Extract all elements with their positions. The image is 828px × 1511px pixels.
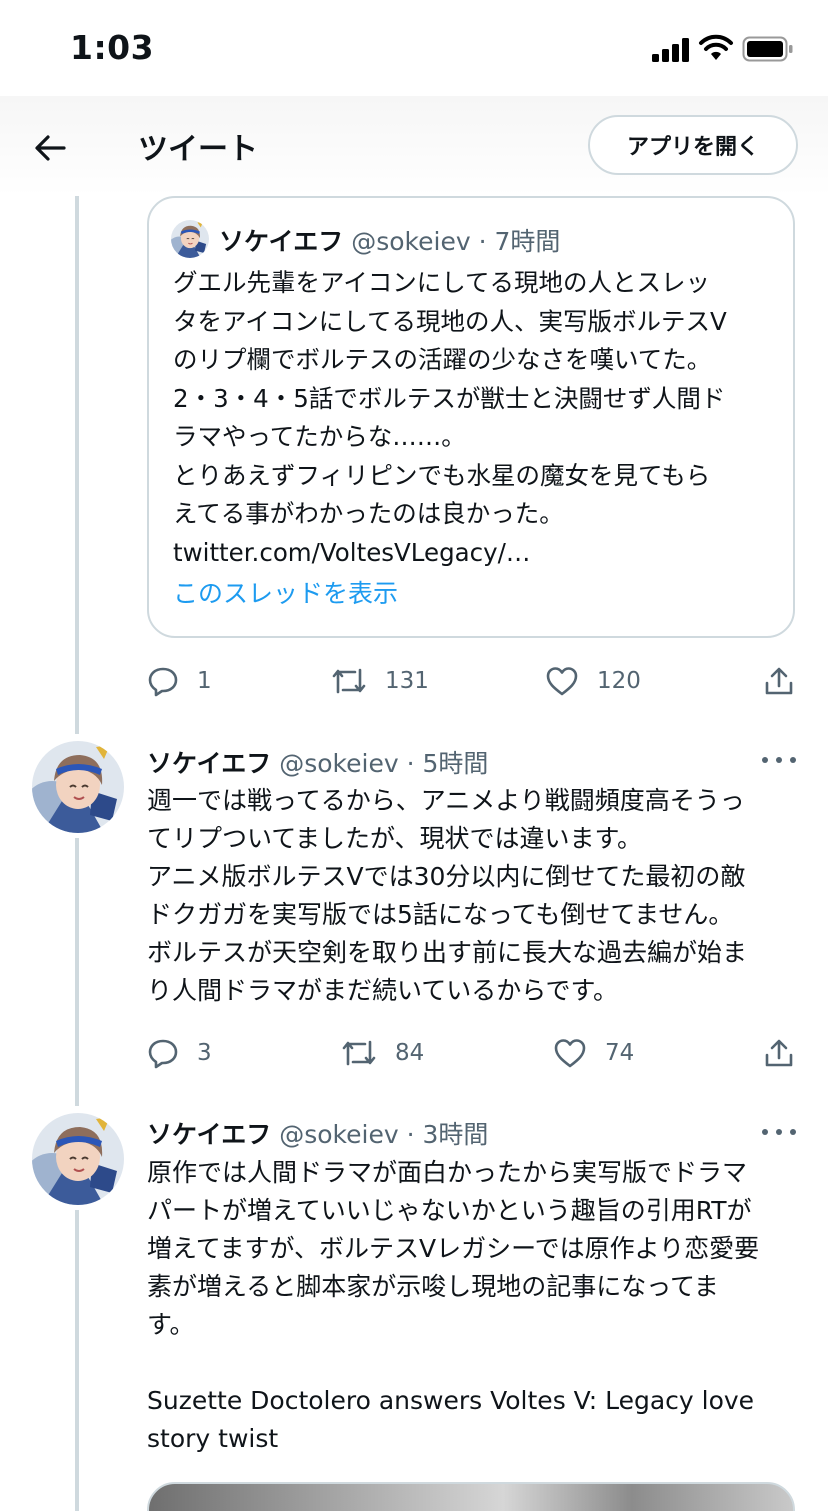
thread-line (75, 1210, 79, 1511)
share-button[interactable] (763, 661, 795, 701)
separator-dot: · (478, 227, 487, 256)
tweet-header: ソケイエフ @sokeiev · 5時間 (147, 744, 488, 780)
quoted-tweet-card[interactable]: ソケイエフ @sokeiev · 7時間 グエル先輩をアイコンにしてる現地の人と… (147, 196, 795, 638)
like-count: 120 (597, 668, 641, 694)
quote-tweet-text: グエル先輩をアイコンにしてる現地の人とスレッ タをアイコンにしてる現地の人、実写… (173, 268, 727, 567)
share-icon (765, 1039, 793, 1067)
thread-line (75, 196, 79, 734)
more-icon[interactable] (762, 750, 796, 770)
author-handle[interactable]: @sokeiev (279, 749, 398, 778)
separator-dot: · (406, 1120, 415, 1149)
status-bar: 1:03 (0, 0, 828, 96)
reply-count: 3 (197, 1040, 212, 1066)
avatar[interactable] (32, 741, 124, 833)
retweet-button[interactable]: 131 (331, 661, 429, 701)
reply-icon (148, 667, 178, 697)
reply-button[interactable]: 3 (147, 1033, 212, 1073)
reply-icon (148, 1039, 178, 1069)
share-icon (765, 667, 793, 695)
tweet-actions: 3 84 74 (147, 1033, 797, 1073)
tweet-actions: 1 131 120 (147, 661, 797, 701)
reply-count: 1 (197, 668, 212, 694)
retweet-count: 84 (395, 1040, 425, 1066)
author-name[interactable]: ソケイエフ (147, 749, 271, 778)
retweet-icon (332, 668, 366, 694)
wifi-icon (698, 34, 734, 62)
avatar[interactable] (32, 1113, 124, 1205)
battery-icon (742, 36, 794, 62)
page-title: ツイート (138, 132, 258, 167)
open-app-button[interactable]: アプリを開く (588, 115, 798, 175)
more-icon[interactable] (762, 1122, 796, 1142)
quote-tweet-header: ソケイエフ @sokeiev · 7時間 (219, 222, 560, 258)
author-handle[interactable]: @sokeiev (351, 227, 470, 256)
author-name[interactable]: ソケイエフ (147, 1120, 271, 1149)
share-button[interactable] (763, 1033, 795, 1073)
separator-dot: · (406, 749, 415, 778)
back-button[interactable] (28, 126, 72, 170)
like-button[interactable]: 120 (545, 661, 641, 701)
cellular-signal-icon (652, 38, 692, 62)
author-handle[interactable]: @sokeiev (279, 1120, 398, 1149)
show-thread-link[interactable]: このスレッドを表示 (173, 574, 398, 610)
like-button[interactable]: 74 (553, 1033, 634, 1073)
like-count: 74 (605, 1040, 635, 1066)
tweet-text: 原作では人間ドラマが面白かったから実写版でドラマ パートが増えていいじゃないかと… (147, 1158, 760, 1453)
like-icon (546, 667, 578, 696)
status-time: 1:03 (70, 28, 155, 67)
reply-button[interactable]: 1 (147, 661, 212, 701)
tweet-time[interactable]: 3時間 (423, 1120, 489, 1149)
retweet-count: 131 (385, 668, 429, 694)
tweet-text: 週一では戦ってるから、アニメより戦闘頻度高そうっ てリプついてましたが、現状では… (147, 786, 748, 1005)
author-name[interactable]: ソケイエフ (219, 227, 343, 256)
tweet-header: ソケイエフ @sokeiev · 3時間 (147, 1115, 488, 1151)
tweet-time[interactable]: 7時間 (495, 227, 561, 256)
retweet-button[interactable]: 84 (341, 1033, 424, 1073)
tweet-time[interactable]: 5時間 (423, 749, 489, 778)
like-icon (554, 1039, 586, 1068)
back-arrow-icon (35, 135, 66, 161)
avatar[interactable] (171, 220, 209, 258)
top-header: ツイート アプリを開く (0, 96, 828, 196)
thread-line (75, 838, 79, 1106)
link-card-image[interactable] (147, 1482, 795, 1511)
retweet-icon (342, 1040, 376, 1066)
